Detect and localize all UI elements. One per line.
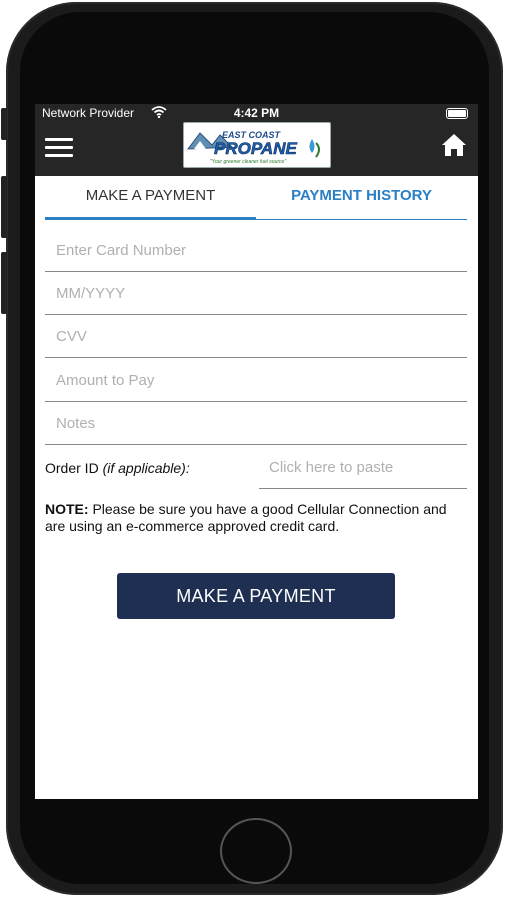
note-text: Please be sure you have a good Cellular … xyxy=(45,501,447,534)
notes-input[interactable] xyxy=(45,403,467,445)
battery-icon xyxy=(446,108,468,119)
home-icon[interactable] xyxy=(441,133,467,157)
logo-text-main: PROPANE xyxy=(214,139,297,158)
app-bar: EAST COAST PROPANE "Your greener cleaner… xyxy=(35,122,478,176)
cvv-input[interactable] xyxy=(45,316,467,358)
note-prefix: NOTE: xyxy=(45,501,89,517)
hamburger-menu-icon[interactable] xyxy=(45,138,73,158)
amount-input[interactable] xyxy=(45,360,467,402)
order-id-label-text: Order ID xyxy=(45,460,99,476)
order-id-input[interactable] xyxy=(259,446,467,489)
order-id-label-hint: (if applicable): xyxy=(102,460,190,476)
phone-frame: Network Provider 4:42 PM EAST COAST PROP… xyxy=(0,0,507,900)
payment-tabs: MAKE A PAYMENT PAYMENT HISTORY xyxy=(45,176,467,220)
phone-home-button[interactable] xyxy=(220,818,292,884)
status-time: 4:42 PM xyxy=(233,106,280,120)
volume-down-button xyxy=(1,252,7,314)
card-number-input[interactable] xyxy=(45,230,467,272)
expiry-date-input[interactable] xyxy=(45,273,467,315)
logo-tagline: "Your greener cleaner fuel source" xyxy=(210,159,286,165)
volume-up-button xyxy=(1,176,7,238)
tab-payment-history[interactable]: PAYMENT HISTORY xyxy=(256,176,467,220)
mute-switch xyxy=(1,108,7,140)
east-coast-propane-logo: EAST COAST PROPANE "Your greener cleaner… xyxy=(183,122,331,168)
app-screen: Network Provider 4:42 PM EAST COAST PROP… xyxy=(35,104,478,799)
order-id-label: Order ID (if applicable): xyxy=(45,460,190,476)
tab-make-a-payment[interactable]: MAKE A PAYMENT xyxy=(45,176,256,220)
make-a-payment-button[interactable]: MAKE A PAYMENT xyxy=(117,573,395,619)
payment-note: NOTE: Please be sure you have a good Cel… xyxy=(45,501,455,535)
status-bar: Network Provider 4:42 PM xyxy=(35,104,478,122)
